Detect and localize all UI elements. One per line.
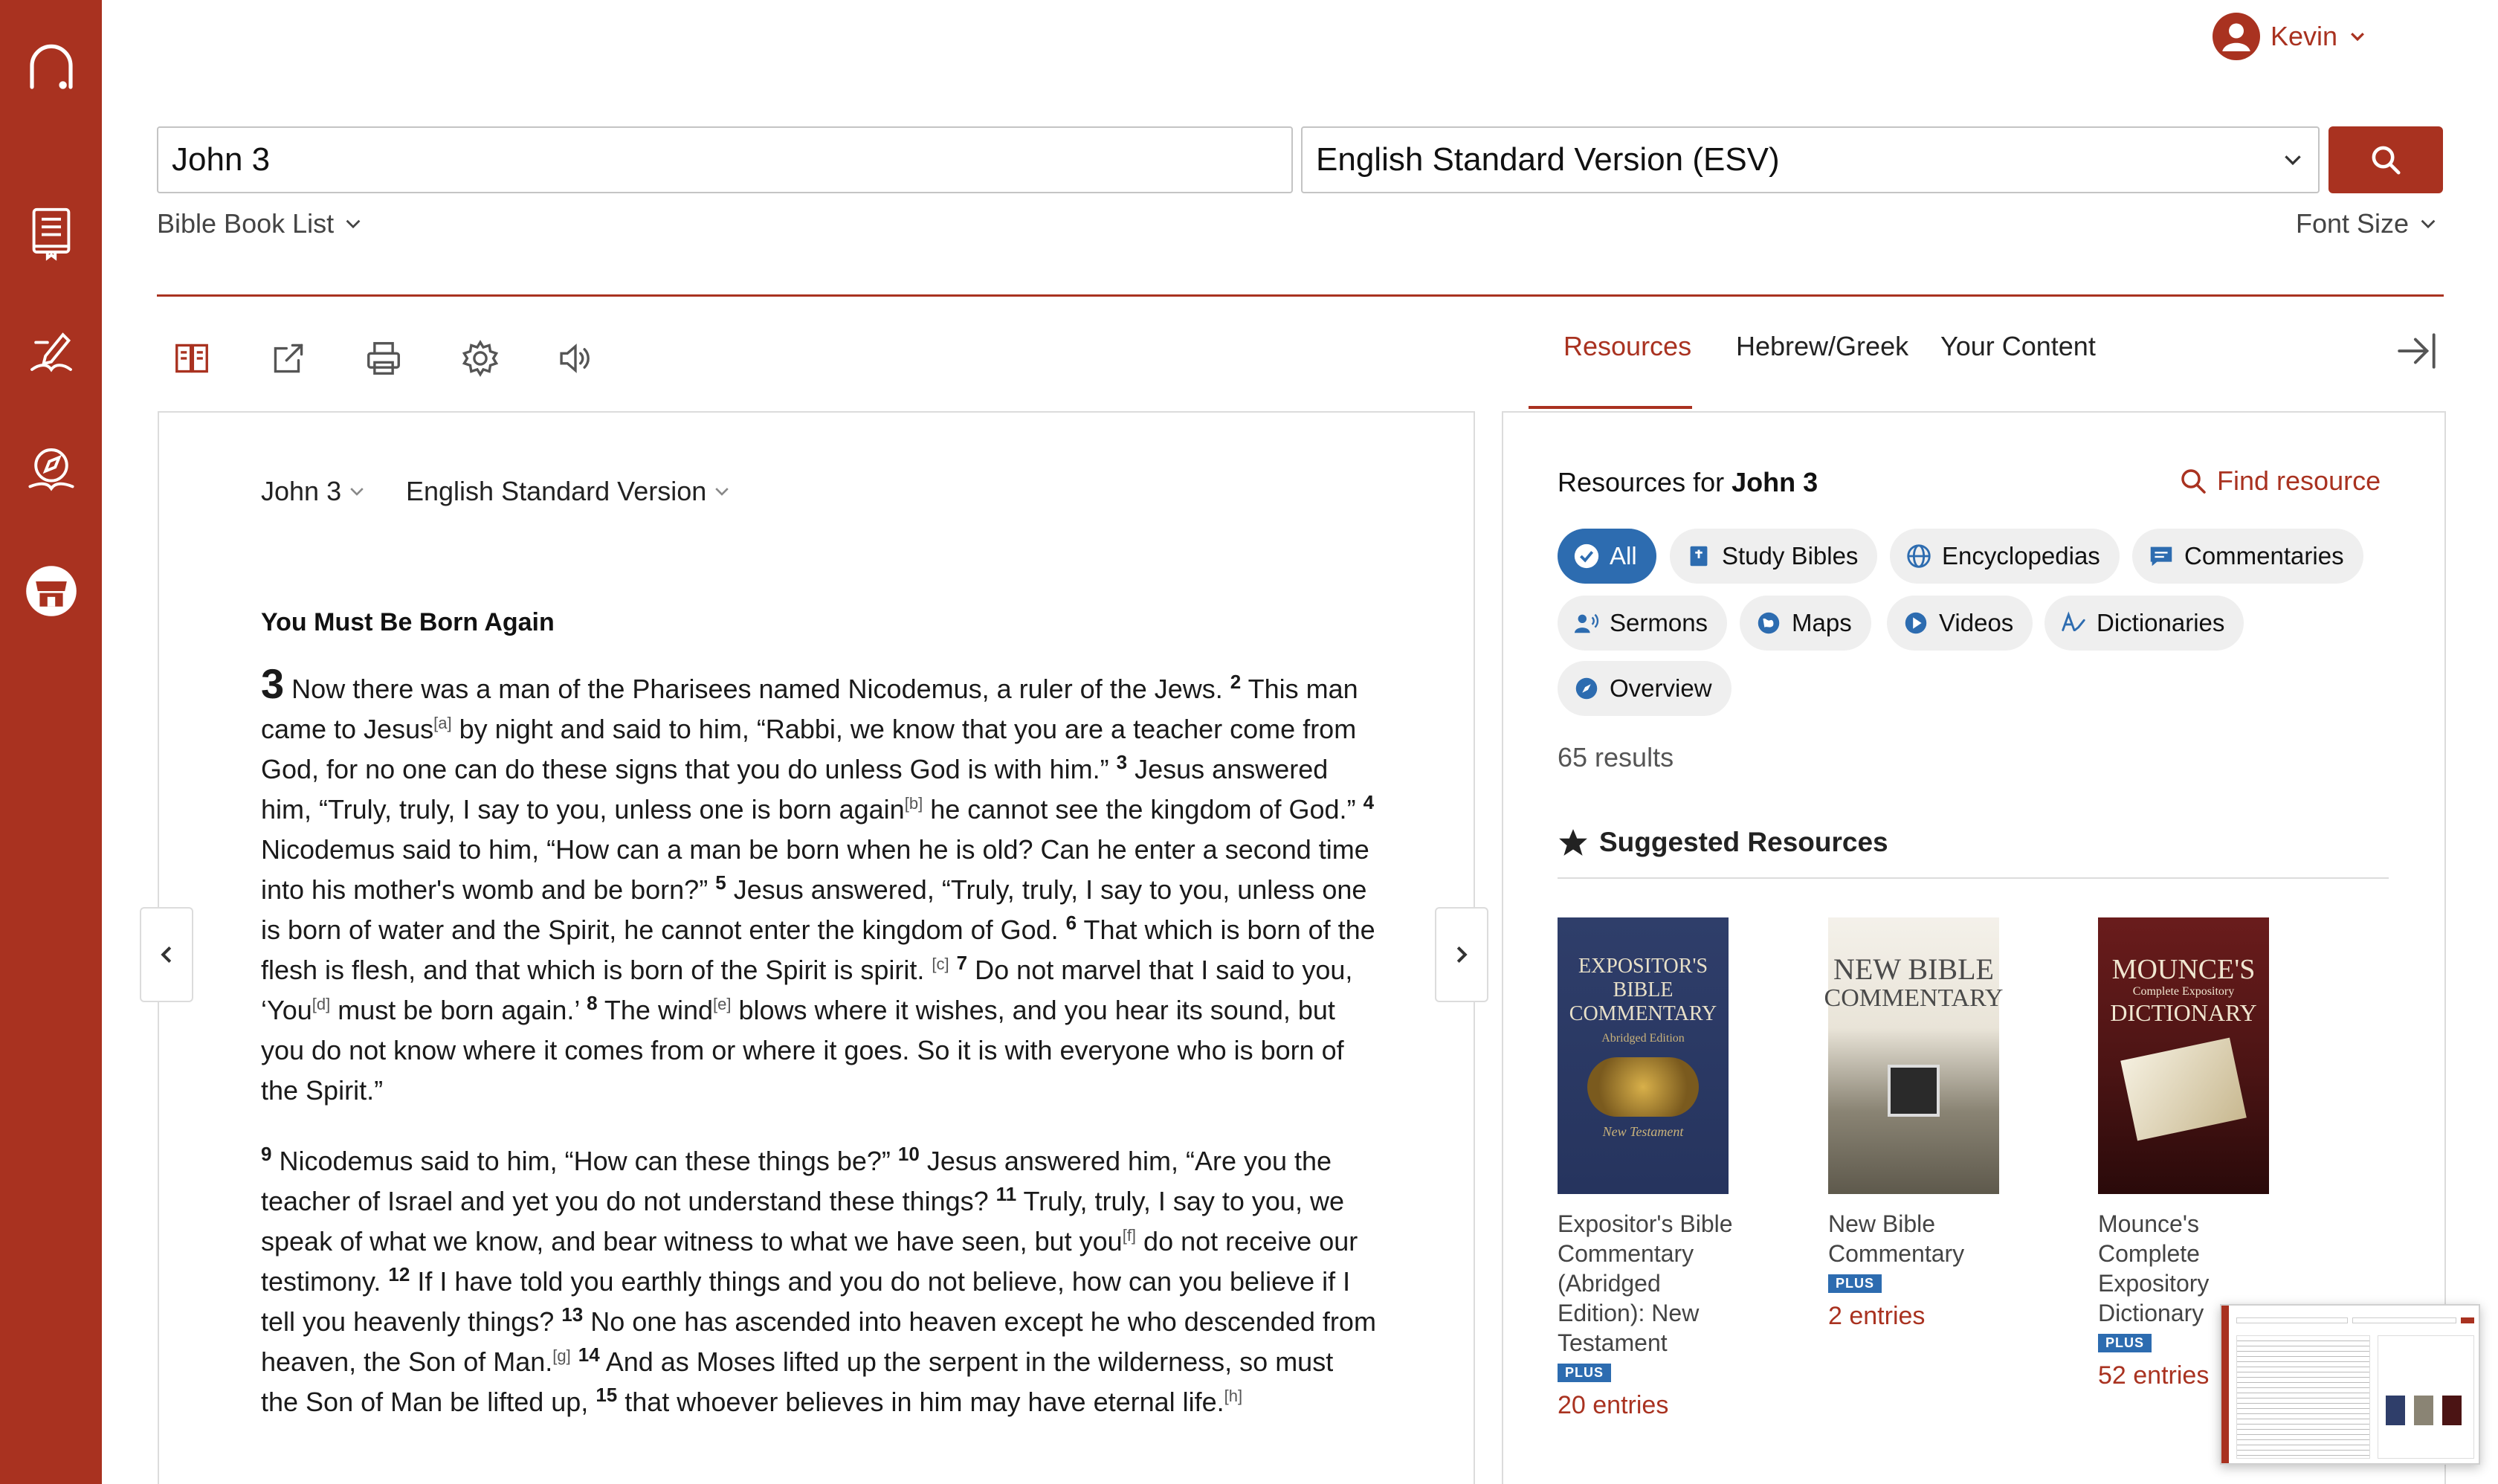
passage-search-input[interactable]: John 3: [157, 126, 1293, 193]
share-button[interactable]: [257, 327, 320, 390]
collapse-panel-button[interactable]: [2386, 320, 2449, 382]
user-name: Kevin: [2271, 21, 2338, 51]
entries-link[interactable]: 2 entries: [1828, 1302, 2014, 1331]
chip-commentaries[interactable]: Commentaries: [2132, 529, 2363, 584]
reader-version-dropdown[interactable]: English Standard Version: [406, 476, 732, 507]
footnote-link[interactable]: [c]: [932, 955, 949, 973]
chevron-down-icon: [2421, 219, 2436, 229]
scroll-image: [2120, 1037, 2247, 1141]
compass-icon: [1575, 677, 1598, 700]
avatar: [2213, 13, 2260, 60]
study-notes-icon[interactable]: [0, 321, 102, 379]
passage-paragraph-1: 3 Now there was a man of the Pharisees n…: [261, 660, 1375, 1106]
footnote-link[interactable]: [a]: [433, 714, 451, 732]
chevron-down-icon: [350, 488, 364, 496]
cover-emblem: [1888, 1065, 1940, 1117]
dictionary-icon: [2062, 611, 2085, 631]
chip-study-bibles[interactable]: Study Bibles: [1670, 529, 1878, 584]
footnote-link[interactable]: [f]: [1123, 1226, 1136, 1245]
print-icon: [367, 342, 400, 375]
chip-dictionaries[interactable]: Dictionaries: [2044, 596, 2244, 651]
tab-your-content[interactable]: Your Content: [1940, 331, 2096, 362]
audio-button[interactable]: [544, 327, 607, 390]
entries-link[interactable]: 20 entries: [1558, 1391, 1743, 1420]
screenshot-thumbnail[interactable]: [2220, 1304, 2480, 1465]
suggested-divider: [1558, 877, 2389, 879]
study-bible-icon: [1690, 546, 1708, 567]
find-resource-link[interactable]: Find resource: [2178, 465, 2381, 497]
chip-videos[interactable]: Videos: [1887, 596, 2033, 651]
bible-book-icon[interactable]: [0, 204, 102, 262]
book-cover: EXPOSITOR'S BIBLE COMMENTARY Abridged Ed…: [1558, 917, 1729, 1194]
tab-resources[interactable]: Resources: [1563, 331, 1691, 362]
plus-badge: PLUS: [1828, 1274, 1882, 1293]
footnote-link[interactable]: [b]: [905, 794, 923, 813]
comment-icon: [2150, 546, 2172, 567]
footnote-link[interactable]: [e]: [713, 995, 731, 1013]
book-cover: NEW BIBLE COMMENTARY: [1824, 917, 2004, 1194]
external-link-icon: [274, 343, 303, 373]
suggested-resources-heading: Suggested Resources: [1558, 827, 1888, 858]
book-title[interactable]: Expositor's Bible Commentary (Abridged E…: [1558, 1209, 1743, 1358]
plus-badge: PLUS: [2098, 1334, 2152, 1352]
chevron-left-icon: [161, 946, 172, 964]
footnote-link[interactable]: [d]: [312, 995, 330, 1013]
print-button[interactable]: [352, 327, 415, 390]
version-select[interactable]: English Standard Version (ESV): [1301, 126, 2320, 193]
app-sidebar: [0, 0, 102, 1484]
speaker-icon: [560, 343, 590, 373]
parallel-view-button[interactable]: [161, 327, 223, 390]
play-icon: [1905, 612, 1927, 634]
book-title[interactable]: New Bible Commentary: [1828, 1209, 2014, 1268]
next-chapter-button[interactable]: [1435, 907, 1488, 1002]
coin-image: [1587, 1057, 1699, 1117]
search-icon: [2372, 146, 2401, 175]
chip-maps[interactable]: Maps: [1740, 596, 1871, 651]
chevron-down-icon: [2285, 155, 2301, 166]
chip-encyclopedias[interactable]: Encyclopedias: [1890, 529, 2120, 584]
settings-button[interactable]: [449, 327, 511, 390]
chip-all[interactable]: All: [1558, 529, 1656, 584]
footnote-link[interactable]: [h]: [1224, 1387, 1242, 1405]
chapter-dropdown[interactable]: John 3: [261, 476, 367, 507]
search-button[interactable]: [2328, 126, 2443, 193]
tab-hebrew-greek[interactable]: Hebrew/Greek: [1736, 331, 1908, 362]
header-divider: [157, 294, 2444, 297]
resources-title: Resources for John 3: [1558, 467, 1818, 497]
footnote-link[interactable]: [g]: [552, 1346, 570, 1365]
book-cover: MOUNCE'S Complete Expository DICTIONARY: [2098, 917, 2269, 1194]
active-tab-indicator: [1529, 406, 1692, 409]
results-count: 65 results: [1558, 742, 1674, 772]
user-menu[interactable]: Kevin: [2213, 10, 2367, 62]
passage-heading: You Must Be Born Again: [261, 608, 555, 636]
search-icon: [2181, 469, 2206, 494]
explore-compass-icon[interactable]: [0, 440, 102, 498]
globe-icon: [1907, 544, 1931, 568]
bible-book-list-dropdown[interactable]: Bible Book List: [157, 208, 364, 239]
chevron-right-icon: [1456, 946, 1468, 964]
chevron-down-icon: [346, 219, 361, 229]
chevron-down-icon: [2351, 32, 2365, 42]
collapse-right-icon: [2398, 333, 2436, 369]
star-icon: [1559, 829, 1587, 856]
passage-paragraph-2: 9 Nicodemus said to him, “How can these …: [261, 1143, 1376, 1417]
store-icon[interactable]: [0, 562, 102, 620]
gear-icon: [462, 340, 499, 377]
chapter-number: 3: [261, 660, 285, 707]
app-logo-icon[interactable]: [0, 39, 102, 97]
chevron-down-icon: [715, 488, 729, 496]
speaker-person-icon: [1574, 613, 1599, 633]
plus-badge: PLUS: [1558, 1364, 1612, 1382]
chip-sermons[interactable]: Sermons: [1558, 596, 1728, 651]
check-circle-icon: [1574, 543, 1599, 569]
parallel-book-icon: [175, 343, 208, 373]
chip-overview[interactable]: Overview: [1558, 661, 1732, 716]
previous-chapter-button[interactable]: [140, 907, 193, 1002]
resource-card[interactable]: NEW BIBLE COMMENTARY New Bible Commentar…: [1824, 917, 2014, 1331]
resource-card[interactable]: EXPOSITOR'S BIBLE COMMENTARY Abridged Ed…: [1558, 917, 1743, 1420]
globe-map-icon: [1758, 612, 1780, 634]
font-size-dropdown[interactable]: Font Size: [2296, 208, 2439, 239]
